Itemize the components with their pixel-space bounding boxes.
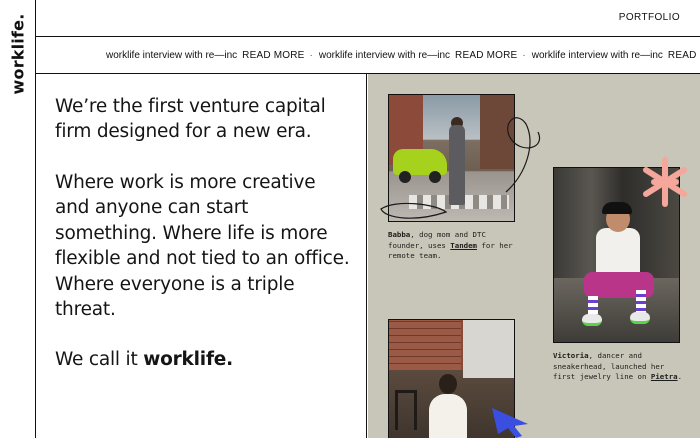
squiggle-decoration xyxy=(380,117,541,219)
chair xyxy=(395,390,417,430)
logo-text: worklife. xyxy=(8,13,28,95)
window xyxy=(463,320,514,378)
person-cap xyxy=(602,202,632,214)
person-dress xyxy=(429,394,467,438)
closing-prefix: We call it xyxy=(55,349,138,370)
pietra-link[interactable]: Pietra xyxy=(651,372,678,381)
news-ticker: worklife interview with re—inc READ MORE ·… xyxy=(36,37,700,74)
read-more-link[interactable]: READ MORE xyxy=(242,50,304,61)
top-navigation: PORTFOLIO xyxy=(36,0,700,37)
asterisk-icon xyxy=(643,157,687,207)
worklife-logo[interactable]: worklife. xyxy=(4,12,32,96)
ticker-text: worklife interview with re—inc xyxy=(106,50,238,61)
tandem-link[interactable]: Tandem xyxy=(450,241,477,250)
intro-paragraph: We’re the first venture capital firm des… xyxy=(55,96,326,143)
read-more-link[interactable]: READ MORE xyxy=(455,50,517,61)
cursor-icon xyxy=(492,408,528,438)
person-head xyxy=(439,374,457,394)
ticker-separator: · xyxy=(522,50,526,61)
closing-paragraph: We call it worklife. xyxy=(55,347,355,372)
caption-name: Victoria xyxy=(553,351,589,360)
ticker-item: worklife interview with re—inc READ MORE xyxy=(532,50,700,61)
caption-name: Babba xyxy=(388,230,411,239)
manifesto: We’re the first venture capital firm des… xyxy=(36,74,367,438)
sneaker xyxy=(582,314,602,326)
caption-babba: Babba, dog mom and DTC founder, uses Tan… xyxy=(388,230,523,262)
caption-text: . xyxy=(677,372,683,382)
founder-gallery: Babba, dog mom and DTC founder, uses Tan… xyxy=(368,74,700,438)
person-body xyxy=(596,228,640,276)
brick-wall xyxy=(389,320,461,370)
ticker-item: worklife interview with re—inc READ MORE · xyxy=(319,50,526,61)
ticker-item: worklife interview with re—inc READ MORE · xyxy=(106,50,313,61)
ticker-separator: · xyxy=(309,50,313,61)
body-paragraph: Where work is more creative and anyone c… xyxy=(55,172,350,321)
sneaker xyxy=(630,312,650,324)
ticker-text: worklife interview with re—inc xyxy=(318,50,451,61)
sidebar: worklife. xyxy=(0,0,36,438)
caption-victoria: Victoria, dancer and sneakerhead, launch… xyxy=(553,351,688,383)
ticker-track: worklife interview with re—inc READ MORE ·… xyxy=(106,50,700,61)
closing-emphasis: worklife. xyxy=(143,349,233,370)
portfolio-link[interactable]: PORTFOLIO xyxy=(619,12,680,23)
ticker-text: worklife interview with re—inc xyxy=(531,50,663,61)
read-more-link[interactable]: READ MORE xyxy=(668,50,700,61)
